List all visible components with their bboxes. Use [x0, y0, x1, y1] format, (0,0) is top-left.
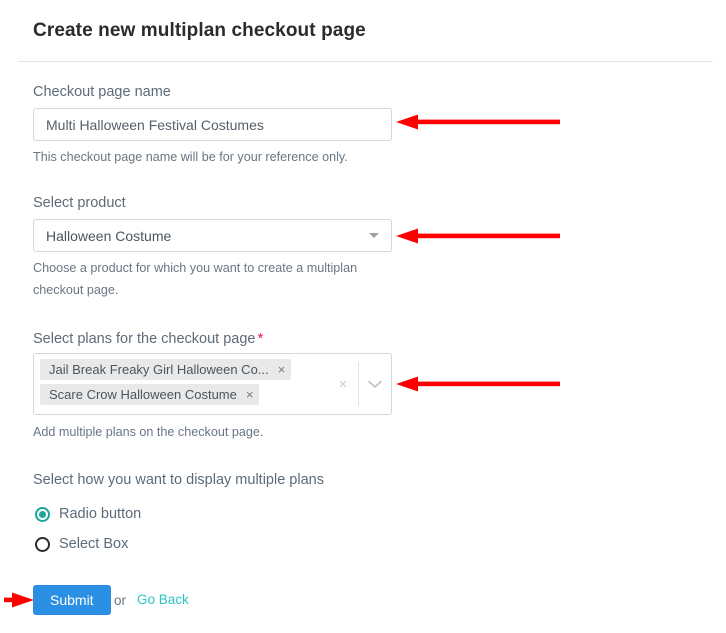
chip-remove-icon[interactable]: ×: [278, 363, 286, 376]
create-multiplan-checkout-form: Create new multiplan checkout page Check…: [0, 0, 726, 633]
radio-unselected-icon: [35, 536, 50, 552]
display-mode-label: Select how you want to display multiple …: [33, 472, 324, 488]
chevron-down-icon[interactable]: [359, 380, 391, 389]
go-back-link[interactable]: Go Back: [137, 592, 189, 607]
select-plans-label: Select plans for the checkout page *: [33, 330, 263, 347]
page-title: Create new multiplan checkout page: [33, 20, 366, 41]
annotation-arrow-submit: [4, 592, 34, 608]
plan-chip[interactable]: Jail Break Freaky Girl Halloween Co... ×: [40, 359, 292, 380]
chip-remove-icon[interactable]: ×: [246, 388, 254, 401]
clear-all-icon[interactable]: ×: [328, 376, 358, 393]
radio-selected-icon: [35, 506, 50, 522]
radio-option-label: Radio button: [59, 506, 142, 522]
selected-plan-chips: Jail Break Freaky Girl Halloween Co... ×…: [34, 354, 328, 414]
select-product-label: Select product: [33, 195, 126, 211]
required-asterisk: *: [257, 330, 264, 347]
select-product-helper: Choose a product for which you want to c…: [33, 261, 358, 297]
checkout-page-name-input[interactable]: [33, 108, 392, 141]
radio-option-radio-button[interactable]: Radio button: [35, 506, 141, 522]
select-product-dropdown[interactable]: Halloween Costume: [33, 219, 392, 252]
header-divider: [18, 61, 713, 62]
radio-option-select-box[interactable]: Select Box: [35, 536, 128, 552]
select-product-value: Halloween Costume: [46, 227, 172, 244]
plan-chip[interactable]: Scare Crow Halloween Costume ×: [40, 384, 260, 405]
annotation-arrow-select-product: [396, 228, 560, 244]
annotation-arrow-select-plans: [396, 376, 560, 392]
chevron-down-icon: [369, 233, 379, 238]
submit-button[interactable]: Submit: [33, 585, 111, 615]
select-plans-label-text: Select plans for the checkout page: [33, 331, 256, 347]
multiselect-controls: ×: [328, 354, 391, 414]
annotation-arrow-checkout-name: [396, 114, 560, 130]
radio-option-label: Select Box: [59, 536, 129, 552]
select-plans-helper: Add multiple plans on the checkout page.: [33, 425, 264, 439]
plan-chip-label: Scare Crow Halloween Costume: [49, 387, 237, 402]
select-plans-multiselect[interactable]: Jail Break Freaky Girl Halloween Co... ×…: [33, 353, 392, 415]
or-separator-label: or: [114, 593, 127, 608]
checkout-page-name-label: Checkout page name: [33, 84, 171, 100]
plan-chip-label: Jail Break Freaky Girl Halloween Co...: [49, 362, 269, 377]
radio-dot: [39, 510, 46, 518]
checkout-page-name-helper: This checkout page name will be for your…: [33, 150, 348, 164]
